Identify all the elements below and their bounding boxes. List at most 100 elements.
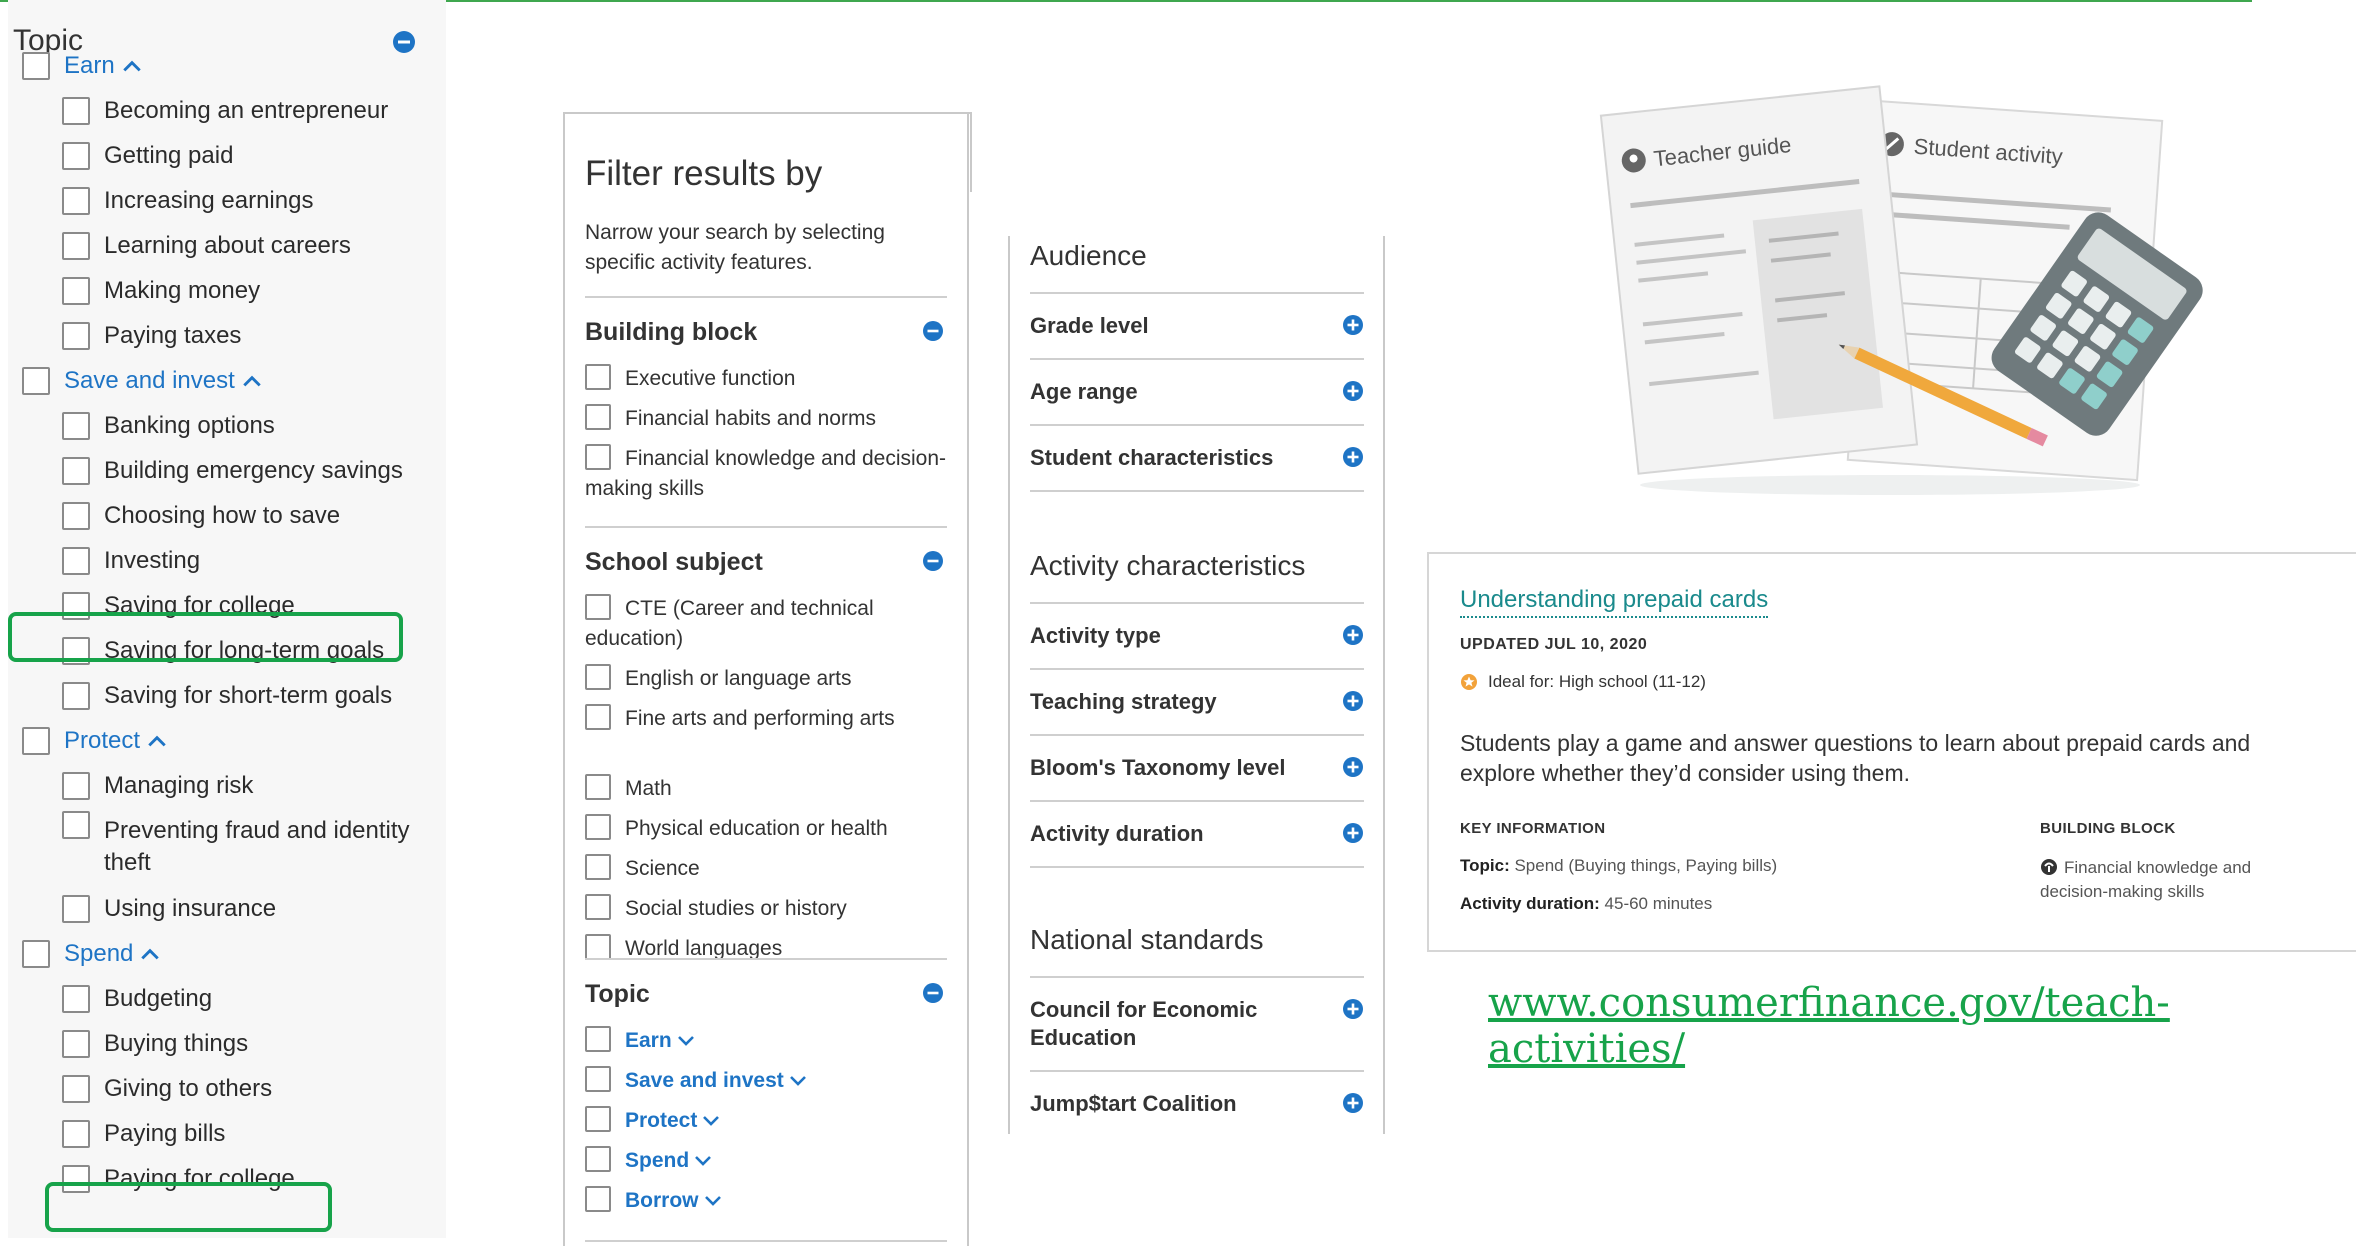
filter-option-physical-education-or-health[interactable]: Physical education or health	[585, 814, 955, 844]
expand-plus-icon[interactable]	[1342, 446, 1364, 468]
checkbox[interactable]	[62, 502, 90, 530]
filter-option-fine-arts-and-performing-arts[interactable]: Fine arts and performing arts	[585, 704, 955, 734]
filter-option-social-studies-or-history[interactable]: Social studies or history	[585, 894, 955, 924]
expand-plus-icon[interactable]	[1342, 1092, 1364, 1114]
checkbox[interactable]	[585, 894, 611, 920]
topic-item-preventing-fraud-and-identity-theft[interactable]: Preventing fraud and identity theft	[62, 811, 432, 881]
filter-option-cte-career-and-technical-education[interactable]: CTE (Career and technical education)	[585, 594, 955, 654]
topic-item-choosing-how-to-save[interactable]: Choosing how to save	[62, 496, 340, 536]
checkbox[interactable]	[585, 594, 611, 620]
expand-plus-icon[interactable]	[1342, 690, 1364, 712]
expand-plus-icon[interactable]	[1342, 998, 1364, 1020]
topic-item-giving-to-others[interactable]: Giving to others	[62, 1069, 272, 1109]
checkbox[interactable]	[585, 774, 611, 800]
collapse-minus-icon[interactable]	[922, 982, 944, 1004]
filter-section-building-block[interactable]: Building block	[585, 318, 757, 347]
filter-student-characteristics[interactable]: Student characteristics	[1030, 444, 1330, 472]
topic-item-becoming-an-entrepreneur[interactable]: Becoming an entrepreneur	[62, 91, 388, 131]
topic-group-save-and-invest[interactable]: Save and invest	[22, 361, 263, 401]
checkbox[interactable]	[585, 444, 611, 470]
checkbox[interactable]	[62, 277, 90, 305]
filter-option-save-and-invest[interactable]: Save and invest	[585, 1066, 955, 1096]
checkbox[interactable]	[62, 1030, 90, 1058]
chevron-up-icon[interactable]	[121, 55, 143, 77]
expand-plus-icon[interactable]	[1342, 624, 1364, 646]
checkbox[interactable]	[62, 142, 90, 170]
filter-activity-type[interactable]: Activity type	[1030, 622, 1330, 650]
checkbox[interactable]	[585, 1146, 611, 1172]
activity-title-link[interactable]: Understanding prepaid cards	[1460, 586, 1769, 618]
filter-jump-tart-coalition[interactable]: Jump$tart Coalition	[1030, 1090, 1330, 1118]
topic-group-spend[interactable]: Spend	[22, 934, 161, 974]
checkbox[interactable]	[585, 1026, 611, 1052]
filter-option-earn[interactable]: Earn	[585, 1026, 955, 1056]
collapse-minus-icon[interactable]	[392, 30, 416, 54]
filter-section-school-subject[interactable]: School subject	[585, 548, 763, 577]
checkbox[interactable]	[62, 1120, 90, 1148]
consumerfinance-url-link[interactable]: www.consumerfinance.gov/teach-activities…	[1488, 980, 2356, 1072]
chevron-down-icon[interactable]	[703, 1190, 723, 1210]
checkbox[interactable]	[62, 97, 90, 125]
collapse-minus-icon[interactable]	[922, 320, 944, 342]
topic-group-protect[interactable]: Protect	[22, 721, 168, 761]
checkbox[interactable]	[62, 682, 90, 710]
checkbox[interactable]	[585, 404, 611, 430]
topic-item-budgeting[interactable]: Budgeting	[62, 979, 212, 1019]
chevron-up-icon[interactable]	[146, 730, 168, 752]
checkbox[interactable]	[62, 232, 90, 260]
checkbox[interactable]	[62, 412, 90, 440]
checkbox[interactable]	[62, 187, 90, 215]
filter-option-spend[interactable]: Spend	[585, 1146, 955, 1176]
filter-council-for-economic-education[interactable]: Council for Economic Education	[1030, 996, 1330, 1052]
chevron-down-icon[interactable]	[701, 1110, 721, 1130]
filter-option-executive-function[interactable]: Executive function	[585, 364, 955, 394]
checkbox[interactable]	[22, 367, 50, 395]
checkbox[interactable]	[585, 664, 611, 690]
checkbox[interactable]	[22, 52, 50, 80]
filter-grade-level[interactable]: Grade level	[1030, 312, 1330, 340]
chevron-up-icon[interactable]	[241, 370, 263, 392]
collapse-minus-icon[interactable]	[922, 550, 944, 572]
checkbox[interactable]	[585, 364, 611, 390]
topic-item-paying-bills[interactable]: Paying bills	[62, 1114, 225, 1154]
chevron-down-icon[interactable]	[788, 1070, 808, 1090]
expand-plus-icon[interactable]	[1342, 380, 1364, 402]
chevron-down-icon[interactable]	[676, 1030, 696, 1050]
topic-item-using-insurance[interactable]: Using insurance	[62, 889, 276, 929]
topic-item-managing-risk[interactable]: Managing risk	[62, 766, 253, 806]
expand-plus-icon[interactable]	[1342, 756, 1364, 778]
checkbox[interactable]	[62, 772, 90, 800]
topic-item-investing[interactable]: Investing	[62, 541, 200, 581]
filter-option-math[interactable]: Math	[585, 774, 955, 804]
checkbox[interactable]	[585, 1186, 611, 1212]
filter-teaching-strategy[interactable]: Teaching strategy	[1030, 688, 1330, 716]
topic-item-building-emergency-savings[interactable]: Building emergency savings	[62, 451, 403, 491]
checkbox[interactable]	[585, 934, 611, 960]
topic-item-increasing-earnings[interactable]: Increasing earnings	[62, 181, 313, 221]
topic-item-paying-taxes[interactable]: Paying taxes	[62, 316, 241, 356]
expand-plus-icon[interactable]	[1342, 822, 1364, 844]
filter-age-range[interactable]: Age range	[1030, 378, 1330, 406]
filter-section-topic[interactable]: Topic	[585, 980, 650, 1009]
filter-option-borrow[interactable]: Borrow	[585, 1186, 955, 1216]
topic-item-getting-paid[interactable]: Getting paid	[62, 136, 233, 176]
checkbox[interactable]	[62, 985, 90, 1013]
checkbox[interactable]	[585, 1066, 611, 1092]
topic-item-making-money[interactable]: Making money	[62, 271, 260, 311]
checkbox[interactable]	[585, 1106, 611, 1132]
filter-option-protect[interactable]: Protect	[585, 1106, 955, 1136]
topic-item-learning-about-careers[interactable]: Learning about careers	[62, 226, 351, 266]
filter-option-science[interactable]: Science	[585, 854, 955, 884]
chevron-down-icon[interactable]	[693, 1150, 713, 1170]
filter-bloom-s-taxonomy-level[interactable]: Bloom's Taxonomy level	[1030, 754, 1330, 782]
checkbox[interactable]	[62, 457, 90, 485]
expand-plus-icon[interactable]	[1342, 314, 1364, 336]
checkbox[interactable]	[22, 727, 50, 755]
filter-activity-duration[interactable]: Activity duration	[1030, 820, 1330, 848]
filter-option-english-or-language-arts[interactable]: English or language arts	[585, 664, 955, 694]
checkbox[interactable]	[22, 940, 50, 968]
topic-group-earn[interactable]: Earn	[22, 46, 143, 86]
checkbox[interactable]	[585, 704, 611, 730]
checkbox[interactable]	[62, 547, 90, 575]
chevron-up-icon[interactable]	[139, 943, 161, 965]
